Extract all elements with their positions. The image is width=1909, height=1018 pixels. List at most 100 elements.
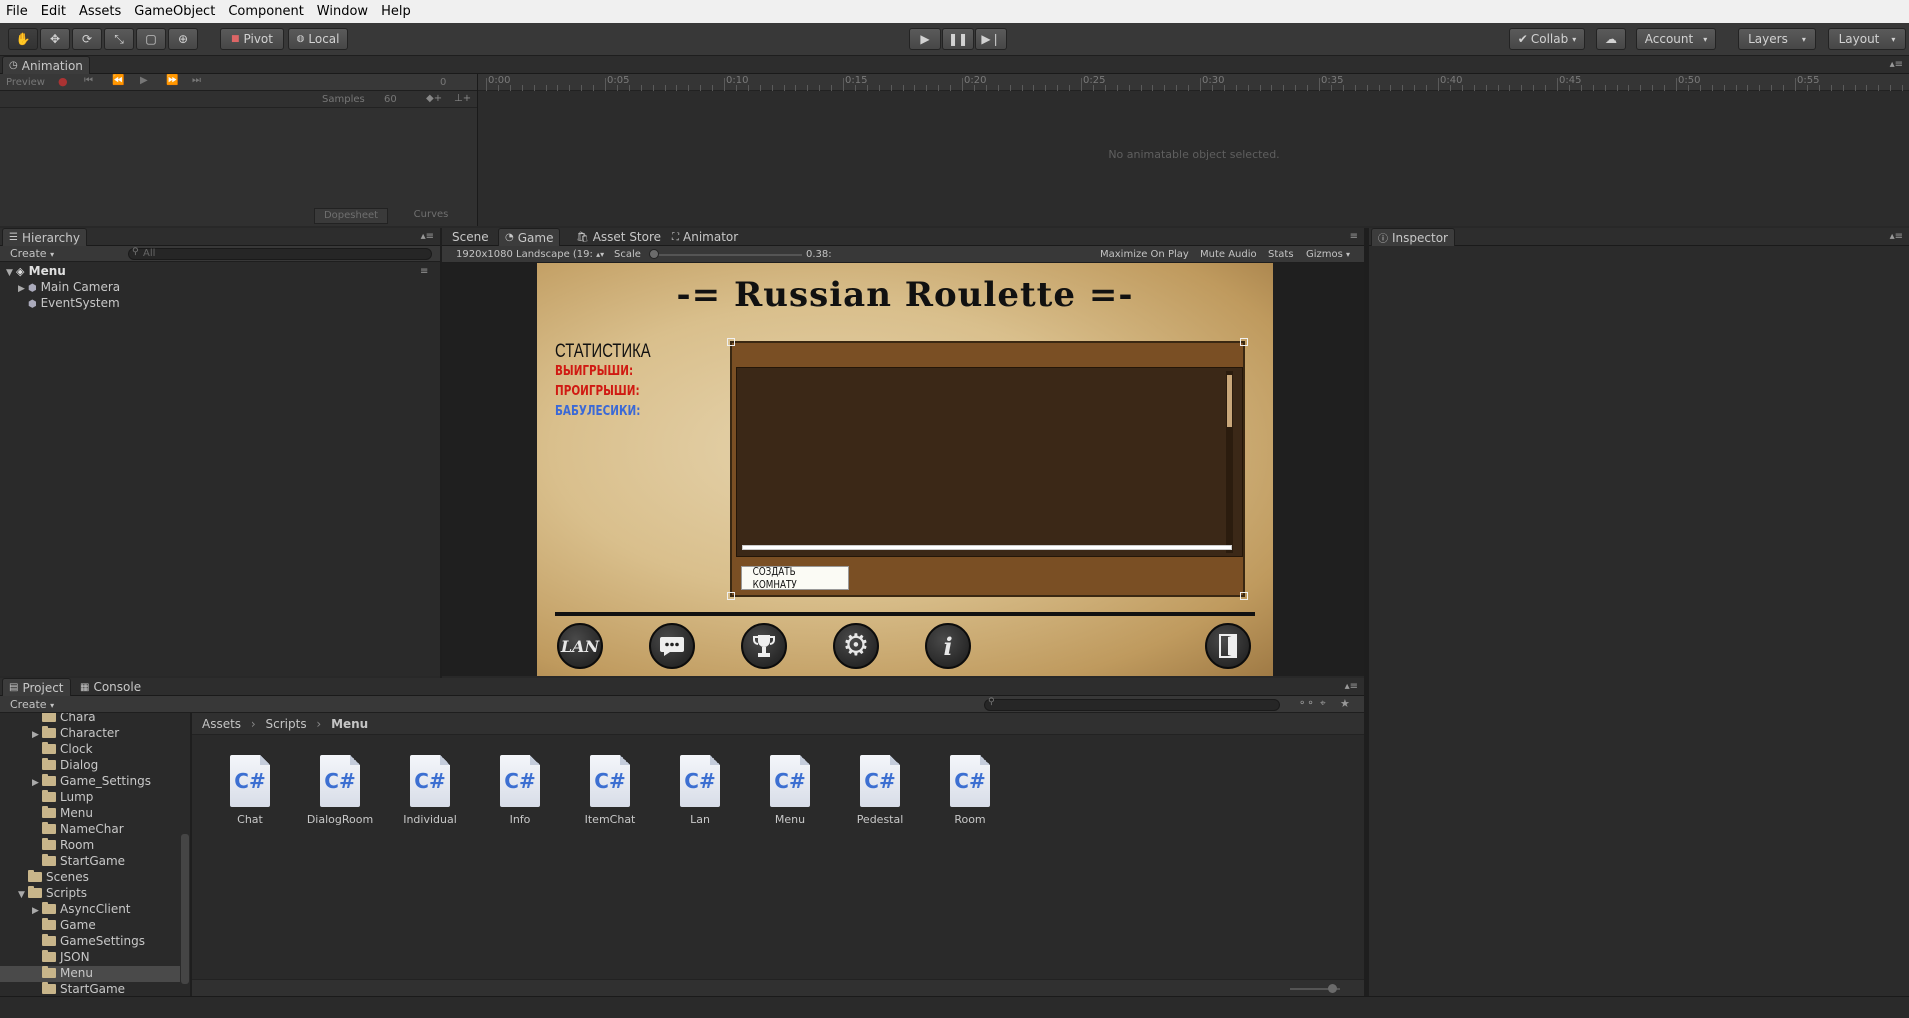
tree-item[interactable]: Scenes — [0, 870, 180, 886]
menu-gameobject[interactable]: GameObject — [134, 4, 215, 19]
panel-menu-icon[interactable]: ▴≡ — [1345, 681, 1358, 692]
breadcrumb-menu[interactable]: Menu — [331, 717, 368, 731]
panel-menu-icon[interactable]: ▴≡ — [1890, 59, 1903, 70]
project-create-button[interactable]: Create ▾ — [10, 698, 54, 711]
room-list-scrollbar-handle[interactable] — [1227, 375, 1232, 427]
csharp-file-icon[interactable]: C# — [230, 755, 270, 807]
breadcrumb-assets[interactable]: Assets — [202, 717, 241, 731]
hierarchy-item-eventsystem[interactable]: ⬢ EventSystem — [28, 296, 120, 310]
cloud-button[interactable]: ☁ — [1596, 28, 1626, 50]
tree-item[interactable]: Room — [0, 838, 180, 854]
samples-field[interactable]: 60 — [384, 94, 397, 105]
prev-key-icon[interactable]: ⏪ — [112, 75, 124, 86]
tree-item[interactable]: Game — [0, 918, 180, 934]
tree-item[interactable]: ▶ AsyncClient — [0, 902, 180, 918]
menu-component[interactable]: Component — [228, 4, 303, 19]
maximize-on-play-toggle[interactable]: Maximize On Play — [1100, 249, 1189, 260]
play-anim-icon[interactable]: ▶ — [140, 75, 148, 86]
info-button[interactable]: i — [925, 623, 971, 669]
tree-item[interactable]: Dialog — [0, 758, 180, 774]
create-room-button[interactable]: СОЗДАТЬ КОМНАТУ — [741, 565, 849, 591]
expand-arrow-icon[interactable]: ▼ — [6, 268, 16, 278]
splitter[interactable] — [1364, 228, 1369, 998]
add-key-icon[interactable]: ◆+ — [426, 93, 442, 104]
tree-item[interactable]: Chara — [0, 713, 180, 726]
layout-button[interactable]: Layout ▾ — [1828, 28, 1906, 50]
tree-item[interactable]: StartGame — [0, 854, 180, 870]
csharp-file-icon[interactable]: C# — [590, 755, 630, 807]
tree-item[interactable]: Menu — [0, 806, 180, 822]
hierarchy-create-button[interactable]: Create ▾ — [10, 247, 54, 260]
asset-file-label[interactable]: Room — [925, 813, 1015, 826]
scene-menu-icon[interactable]: ≡ — [420, 266, 428, 277]
csharp-file-icon[interactable]: C# — [680, 755, 720, 807]
rect-tool-button[interactable]: ▢ — [136, 28, 166, 50]
asset-file-label[interactable]: ItemChat — [565, 813, 655, 826]
local-button[interactable]: ◍ Local — [288, 28, 348, 50]
record-icon[interactable]: ● — [58, 75, 68, 88]
hierarchy-item-main-camera[interactable]: ▶ ⬢ Main Camera — [18, 280, 120, 294]
tab-inspector[interactable]: ⓘ Inspector — [1371, 228, 1455, 246]
tab-console[interactable]: ▦ Console — [74, 678, 147, 696]
menu-assets[interactable]: Assets — [79, 4, 121, 19]
dopesheet-button[interactable]: Dopesheet — [314, 208, 388, 224]
tree-item[interactable]: ▶ Game_Settings — [0, 774, 180, 790]
tag-icon[interactable]: ⌖ — [1320, 698, 1326, 709]
menu-file[interactable]: File — [6, 4, 28, 19]
asset-file-label[interactable]: Pedestal — [835, 813, 925, 826]
splitter[interactable] — [440, 228, 442, 678]
scale-tool-button[interactable]: ⤡ — [104, 28, 134, 50]
rotate-tool-button[interactable]: ⟳ — [72, 28, 102, 50]
settings-button[interactable]: ⚙ — [833, 623, 879, 669]
collab-button[interactable]: ✔ Collab ▾ — [1509, 28, 1585, 50]
csharp-file-icon[interactable]: C# — [950, 755, 990, 807]
tab-game[interactable]: ◔ Game — [498, 228, 561, 246]
scale-slider-thumb[interactable] — [649, 249, 659, 259]
tree-item[interactable]: ▶ Character — [0, 726, 180, 742]
tree-item[interactable]: StartGame — [0, 982, 180, 996]
csharp-file-icon[interactable]: C# — [860, 755, 900, 807]
transform-tool-button[interactable]: ⊕ — [168, 28, 198, 50]
timeline-ruler[interactable]: 0:00 0:05 0:10 0:15 0:20 0:25 0:30 0:35 0:40 0:45… — [478, 74, 1909, 91]
tree-item[interactable]: ▼ Scripts — [0, 886, 180, 902]
menu-help[interactable]: Help — [381, 4, 411, 19]
csharp-file-icon[interactable]: C# — [500, 755, 540, 807]
breadcrumb-scripts[interactable]: Scripts — [266, 717, 307, 731]
pivot-button[interactable]: ■ Pivot — [220, 28, 284, 50]
layers-button[interactable]: Layers ▾ — [1738, 28, 1816, 50]
chat-button[interactable] — [649, 623, 695, 669]
star-icon[interactable]: ★ — [1340, 697, 1350, 710]
exit-button[interactable] — [1205, 623, 1251, 669]
tab-project[interactable]: ▤ Project — [2, 678, 71, 696]
filter-type-icon[interactable]: ⚬⚬ — [1298, 698, 1315, 709]
trophy-button[interactable] — [741, 623, 787, 669]
expand-arrow-icon[interactable]: ▼ — [18, 890, 28, 900]
tab-hierarchy[interactable]: ☰ Hierarchy — [2, 228, 87, 246]
panel-menu-icon[interactable]: ▴≡ — [1890, 231, 1903, 242]
room-list-input[interactable] — [742, 545, 1232, 550]
mute-audio-toggle[interactable]: Mute Audio — [1200, 249, 1257, 260]
asset-file-label[interactable]: Info — [475, 813, 565, 826]
frame-field[interactable]: 0 — [440, 77, 446, 88]
move-tool-button[interactable]: ✥ — [40, 28, 70, 50]
tree-item[interactable]: NameChar — [0, 822, 180, 838]
tab-animator[interactable]: ⛶ Animator — [666, 228, 744, 246]
expand-arrow-icon[interactable]: ▶ — [32, 778, 42, 788]
expand-arrow-icon[interactable]: ▶ — [32, 906, 42, 916]
csharp-file-icon[interactable]: C# — [320, 755, 360, 807]
tab-scene[interactable]: Scene — [446, 228, 495, 246]
play-button[interactable]: ▶ — [909, 28, 941, 50]
gizmos-dropdown[interactable]: Gizmos ▾ — [1306, 249, 1350, 260]
tree-item[interactable]: GameSettings — [0, 934, 180, 950]
menu-window[interactable]: Window — [317, 4, 368, 19]
step-button[interactable]: ▶❘ — [975, 28, 1007, 50]
icon-size-slider-thumb[interactable] — [1328, 984, 1337, 993]
resolution-dropdown[interactable]: 1920x1080 Landscape (19: ▴▾ — [456, 249, 604, 260]
scene-root[interactable]: ▼ ◈ Menu — [6, 264, 66, 278]
csharp-file-icon[interactable]: C# — [410, 755, 450, 807]
panel-menu-icon[interactable]: ≡ — [1350, 231, 1358, 242]
hand-tool-button[interactable]: ✋ — [8, 28, 38, 50]
expand-arrow-icon[interactable]: ▶ — [32, 730, 42, 740]
add-event-icon[interactable]: ⊥+ — [454, 93, 471, 104]
pause-button[interactable]: ❚❚ — [942, 28, 974, 50]
